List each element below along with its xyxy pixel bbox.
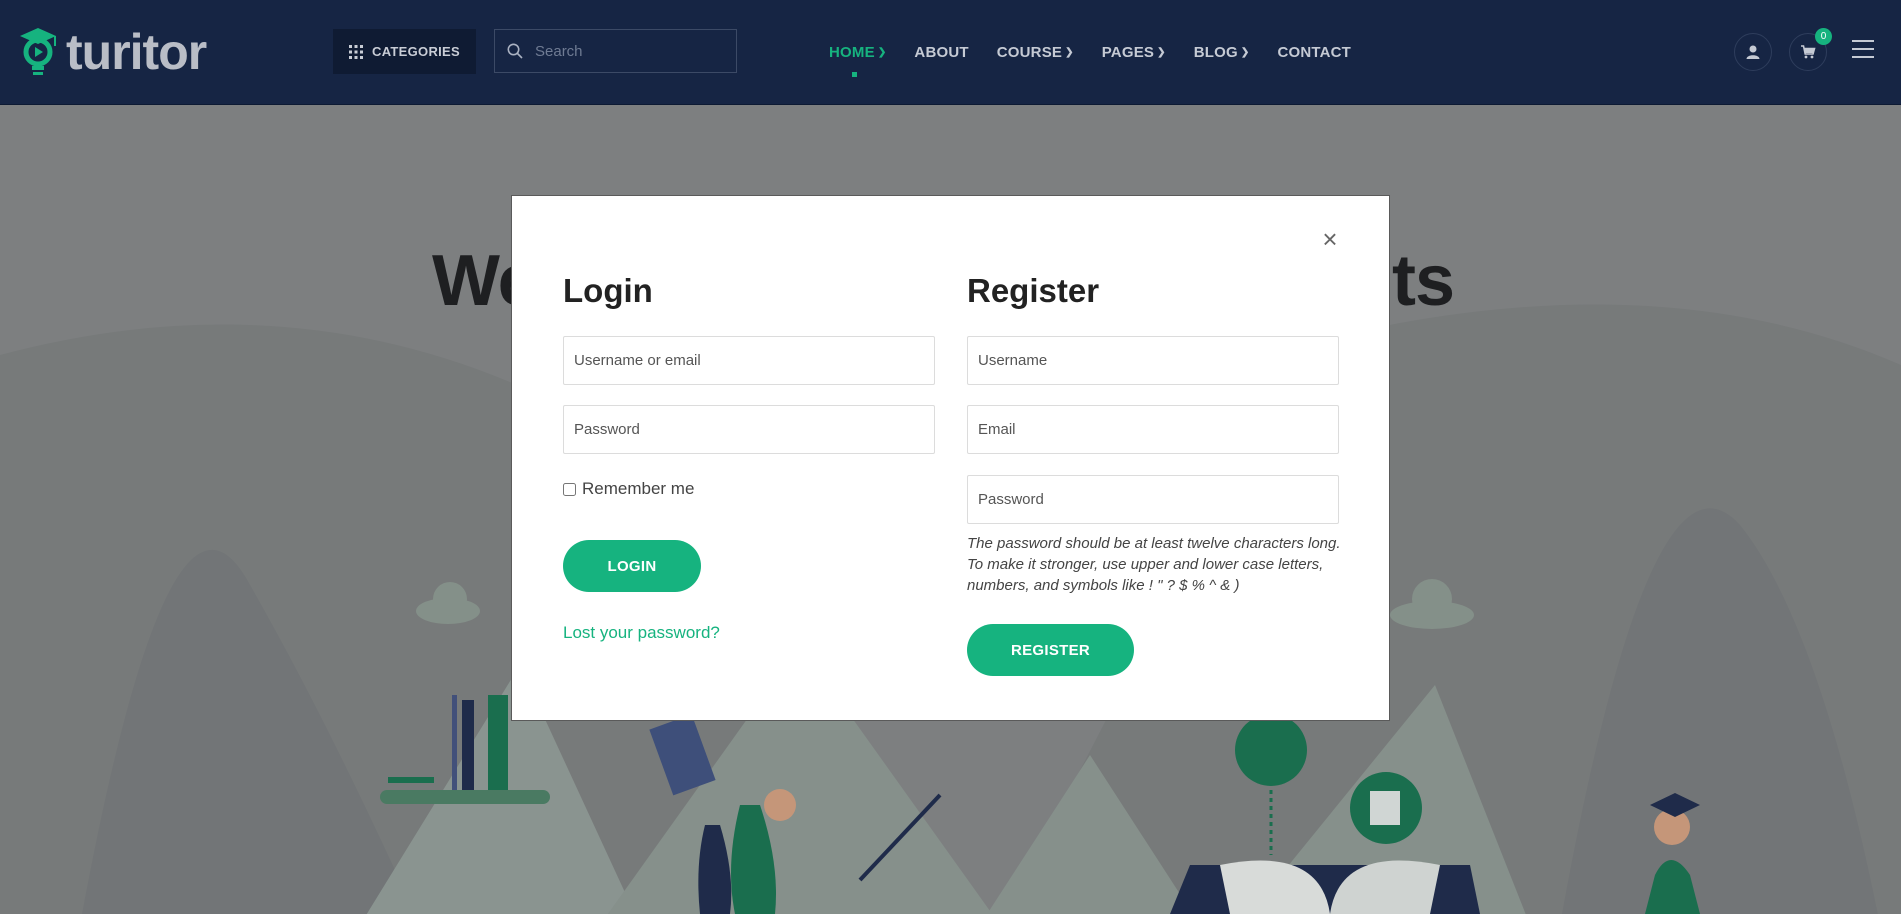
nav-home[interactable]: HOME ❯: [829, 0, 886, 104]
menu-icon[interactable]: [1852, 40, 1874, 64]
chevron-down-icon: ❯: [1157, 46, 1166, 58]
search-icon: [507, 43, 523, 59]
nav-pages[interactable]: PAGES ❯: [1102, 0, 1166, 104]
register-title: Register: [967, 272, 1100, 309]
remember-me: Remember me: [563, 479, 694, 499]
login-title: Login: [563, 272, 653, 309]
main-nav: HOME ❯ ABOUT COURSE ❯ PAGES ❯ BLOG ❯ CON…: [829, 0, 1379, 104]
register-email-input[interactable]: [968, 406, 1338, 453]
login-password-field: [563, 405, 935, 454]
login-button[interactable]: LOGIN: [563, 540, 701, 592]
cart-count-badge: 0: [1815, 28, 1832, 45]
nav-course[interactable]: COURSE ❯: [997, 0, 1074, 104]
login-password-input[interactable]: [564, 406, 934, 453]
account-button[interactable]: [1734, 33, 1772, 71]
categories-label: CATEGORIES: [372, 44, 460, 59]
remember-me-label: Remember me: [582, 479, 695, 498]
nav-blog-label: BLOG: [1193, 43, 1238, 61]
remember-me-checkbox[interactable]: [563, 482, 576, 496]
password-hint: The password should be at least twelve c…: [967, 535, 1341, 594]
lost-password-link[interactable]: Lost your password?: [563, 623, 720, 643]
lightbulb-graduation-icon: [20, 28, 56, 75]
nav-about-label: ABOUT: [914, 43, 969, 61]
logo-text: turitor: [66, 24, 207, 80]
chevron-down-icon: ❯: [1065, 46, 1074, 58]
login-username-input[interactable]: [564, 337, 934, 384]
register-button[interactable]: REGISTER: [967, 624, 1134, 676]
chevron-down-icon: ❯: [877, 46, 887, 58]
site-header: turitor CATEGORIES HOME ❯ ABOUT COURSE: [0, 0, 1901, 105]
register-password-field: [967, 475, 1339, 524]
active-indicator: [852, 72, 857, 77]
nav-pages-label: PAGES: [1101, 43, 1155, 61]
register-username-field: [967, 336, 1339, 385]
nav-contact-label: CONTACT: [1277, 43, 1352, 61]
grid-icon: [349, 44, 363, 59]
site-logo[interactable]: turitor: [16, 22, 207, 82]
nav-about[interactable]: ABOUT: [914, 0, 968, 104]
close-icon[interactable]: ×: [1319, 226, 1341, 252]
nav-blog[interactable]: BLOG ❯: [1194, 0, 1250, 104]
search-box: [494, 29, 737, 73]
register-email-field: [967, 405, 1339, 454]
nav-course-label: COURSE: [996, 43, 1063, 61]
register-username-input[interactable]: [968, 337, 1338, 384]
cart-icon: [1801, 45, 1816, 59]
login-register-modal: × Login Remember me LOGIN Lost your pass…: [511, 195, 1390, 721]
search-input[interactable]: [533, 41, 727, 61]
cart-button[interactable]: 0: [1789, 28, 1832, 71]
user-icon: [1746, 45, 1760, 59]
register-password-input[interactable]: [968, 476, 1338, 523]
nav-contact[interactable]: CONTACT: [1277, 0, 1351, 104]
nav-home-label: HOME: [829, 43, 875, 61]
chevron-down-icon: ❯: [1240, 46, 1250, 58]
login-username-field: [563, 336, 935, 385]
categories-button[interactable]: CATEGORIES: [333, 29, 476, 74]
